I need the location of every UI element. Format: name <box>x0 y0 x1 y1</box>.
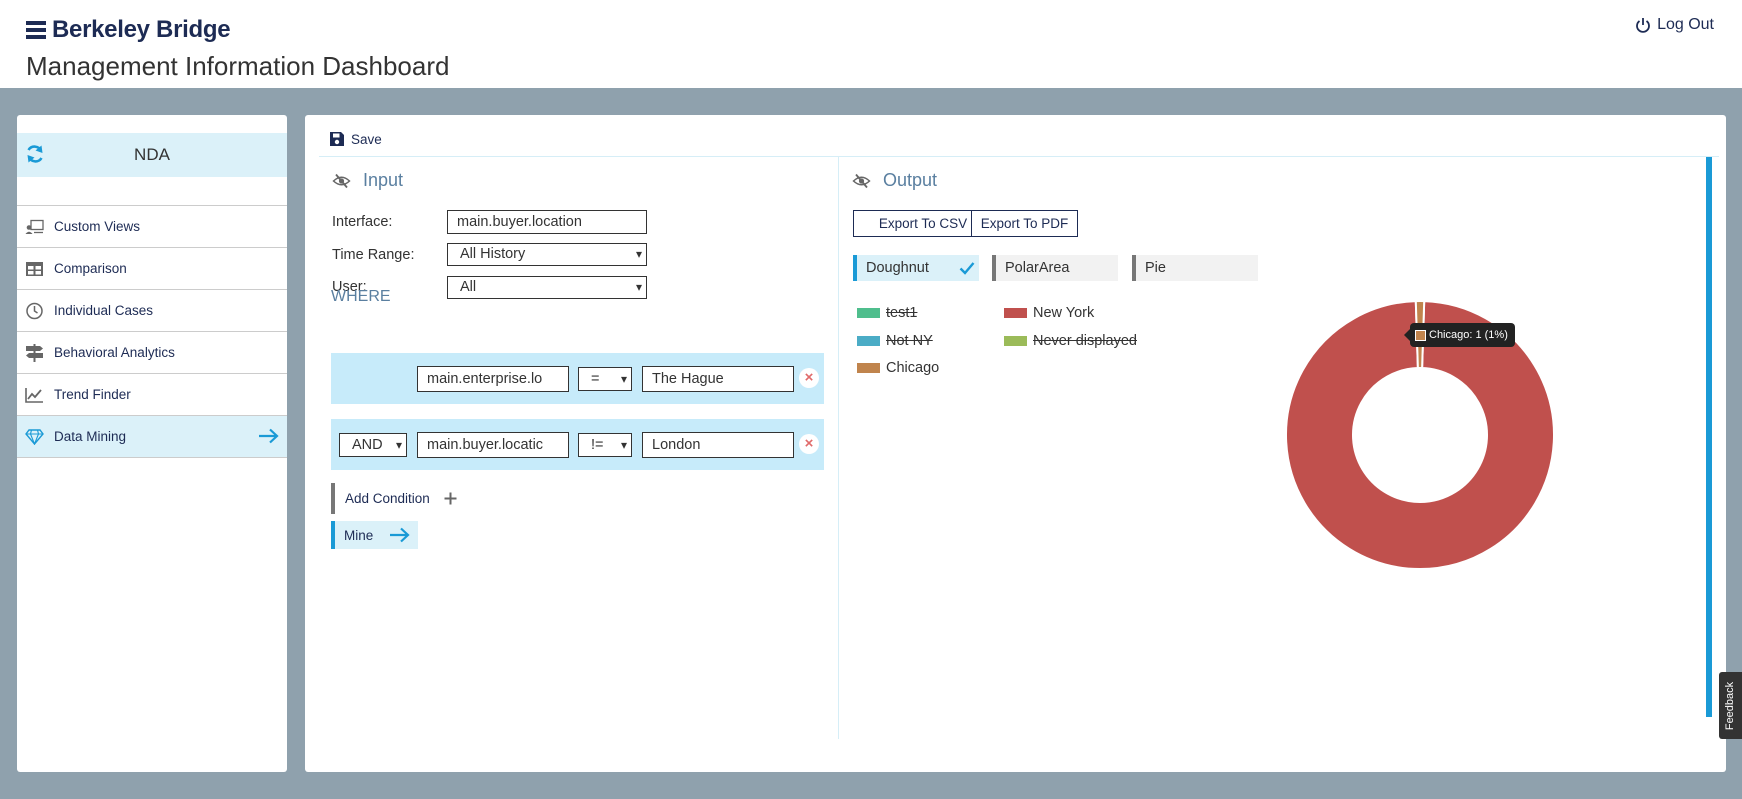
legend-swatch <box>857 308 880 318</box>
tab-polararea[interactable]: PolarArea <box>992 255 1118 281</box>
input-section-header[interactable]: Input <box>332 170 403 191</box>
chart-tab-label: PolarArea <box>1005 260 1070 276</box>
sidebar-item-custom-views[interactable]: Custom Views <box>17 206 287 248</box>
page-title: Management Information Dashboard <box>26 51 450 81</box>
save-button[interactable]: Save <box>329 131 382 147</box>
sidebar-item-label: Data Mining <box>54 429 127 444</box>
mine-label: Mine <box>344 527 374 543</box>
legend-label: Chicago <box>886 360 940 376</box>
remove-condition-icon[interactable]: × <box>799 368 819 388</box>
sidebar-item-label: Individual Cases <box>54 303 154 318</box>
legend-item-never-displayed[interactable]: Never displayed <box>1004 333 1137 349</box>
chart-tooltip: Chicago: 1 (1%) <box>1404 323 1515 347</box>
legend-item-new-york[interactable]: New York <box>1004 305 1094 321</box>
legend-swatch <box>1004 308 1027 318</box>
time-range-label: Time Range: <box>332 247 415 263</box>
condition-value-input[interactable]: The Hague <box>642 366 794 392</box>
floppy-disk-icon <box>330 132 344 146</box>
legend-item-chicago[interactable]: Chicago <box>857 360 939 376</box>
eye-slash-icon[interactable] <box>852 173 871 189</box>
page-header: Berkeley Bridge Management Information D… <box>0 0 1742 88</box>
time-range-select[interactable]: All History <box>447 243 647 266</box>
sidebar-item-comparison[interactable]: Comparison <box>17 248 287 290</box>
legend-label: Never displayed <box>1033 333 1137 349</box>
legend-swatch <box>857 336 880 346</box>
brand-name: Berkeley Bridge <box>52 16 231 43</box>
remove-condition-icon[interactable]: × <box>799 434 819 454</box>
scrollbar[interactable] <box>1706 157 1712 717</box>
custom-views-icon <box>25 219 44 234</box>
mine-button[interactable]: Mine <box>331 521 418 549</box>
sidebar-item-label: Custom Views <box>54 219 141 234</box>
add-condition-button[interactable]: Add Condition <box>331 483 457 514</box>
legend-item-not-ny[interactable]: Not NY <box>857 333 933 349</box>
sidebar-item-label: Trend Finder <box>54 387 131 402</box>
condition-operator-select[interactable]: != <box>578 433 632 457</box>
condition-field-input[interactable]: main.enterprise.lo <box>417 366 569 392</box>
project-selector[interactable]: NDA <box>17 133 287 177</box>
condition-field-input[interactable]: main.buyer.locatic <box>417 432 569 458</box>
condition-value-input[interactable]: London <box>642 432 794 458</box>
sidebar-item-behavioral-analytics[interactable]: Behavioral Analytics <box>17 332 287 374</box>
legend-swatch <box>857 363 880 373</box>
interface-label: Interface: <box>332 214 393 230</box>
sidebar-item-data-mining[interactable]: Data Mining <box>17 416 287 458</box>
where-heading: WHERE <box>331 288 391 305</box>
condition-operator-select[interactable]: = <box>578 367 632 391</box>
condition-conjunction-select[interactable]: AND <box>339 433 407 457</box>
sidebar-nav: Custom Views Comparison Individual Cases <box>17 205 287 458</box>
power-icon <box>1636 18 1650 33</box>
section-divider <box>838 157 839 739</box>
logout-label: Log Out <box>1657 16 1714 33</box>
legend-swatch <box>1004 336 1027 346</box>
sidebar: NDA Custom Views Comparison Individual C… <box>17 115 287 772</box>
diamond-icon <box>25 428 44 445</box>
tab-pie[interactable]: Pie <box>1132 255 1258 281</box>
tooltip-label: Chicago: 1 (1%) <box>1429 329 1508 341</box>
feedback-tab[interactable]: Feedback <box>1719 672 1742 739</box>
legend-label: Not NY <box>886 333 933 349</box>
plus-icon <box>444 492 457 505</box>
interface-field[interactable]: main.buyer.location <box>447 210 647 234</box>
brand-logo[interactable]: Berkeley Bridge <box>26 16 231 44</box>
eye-slash-icon[interactable] <box>332 173 351 189</box>
add-condition-label: Add Condition <box>345 491 430 506</box>
chart-tab-label: Pie <box>1145 260 1166 276</box>
legend-label: New York <box>1033 305 1095 321</box>
toolbar-divider <box>319 156 1719 157</box>
chart-tab-label: Doughnut <box>866 260 929 276</box>
input-heading: Input <box>363 170 404 190</box>
main-panel: Save Input Interface: main.buyer.locatio… <box>305 115 1726 772</box>
checkmark-icon <box>959 262 975 275</box>
save-label: Save <box>351 131 382 147</box>
refresh-icon[interactable] <box>25 144 45 164</box>
sidebar-item-label: Comparison <box>54 261 127 276</box>
tab-doughnut[interactable]: Doughnut <box>853 255 979 281</box>
condition-row: main.enterprise.lo = The Hague × <box>331 353 824 404</box>
sidebar-item-individual-cases[interactable]: Individual Cases <box>17 290 287 332</box>
brand-mark-icon <box>26 21 46 39</box>
tooltip-swatch <box>1415 329 1426 341</box>
signpost-icon <box>26 343 43 362</box>
output-heading: Output <box>883 170 938 190</box>
line-chart-icon <box>25 387 43 403</box>
sidebar-item-label: Behavioral Analytics <box>54 345 175 360</box>
sidebar-item-trend-finder[interactable]: Trend Finder <box>17 374 287 416</box>
arrow-right-icon <box>390 527 410 543</box>
project-name: NDA <box>134 145 170 164</box>
feedback-label: Feedback <box>1724 681 1737 730</box>
output-section-header[interactable]: Output <box>852 170 937 191</box>
table-icon <box>26 261 43 276</box>
export-pdf-button[interactable]: Export To PDF <box>971 210 1078 237</box>
legend-item-test1[interactable]: test1 <box>857 305 917 321</box>
logout-button[interactable]: Log Out <box>1635 16 1714 34</box>
user-select[interactable]: All <box>447 276 647 299</box>
arrow-right-icon <box>259 428 279 444</box>
legend-label: test1 <box>886 305 918 321</box>
condition-row: AND main.buyer.locatic != London × <box>331 419 824 470</box>
clock-icon <box>26 302 43 319</box>
